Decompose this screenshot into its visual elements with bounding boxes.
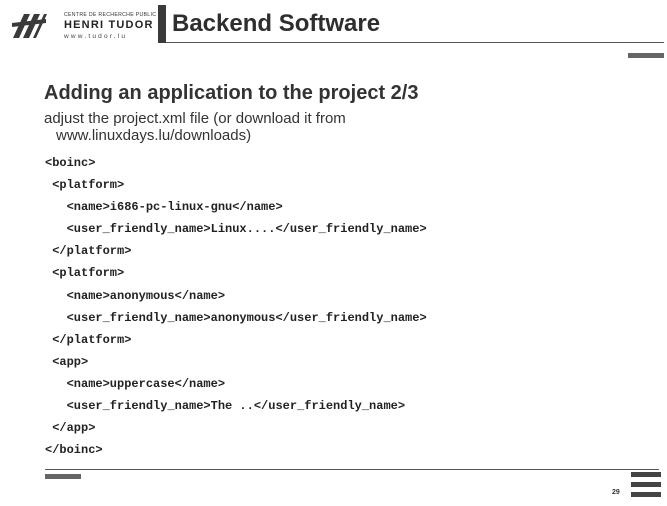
footer-accent-bar [45,474,81,479]
code-line: <platform> [45,178,125,193]
code-line: </platform> [45,332,132,347]
footer-stripe [631,472,661,477]
code-line: <name>uppercase</name> [45,376,226,391]
code-line: <user_friendly_name>The ..</user_friendl… [45,399,406,414]
logo-tagline: CENTRE DE RECHERCHE PUBLIC [64,12,157,18]
slide-subtitle: Adding an application to the project 2/3 [44,82,419,104]
code-line: <platform> [45,266,125,281]
footer-rule [45,469,659,470]
download-url-text: www.linuxdays.lu/downloads) [56,127,252,144]
code-line: <name>anonymous</name> [45,288,226,303]
code-line: </app> [45,421,96,436]
logo-url: www.tudor.lu [64,33,128,40]
code-line: <user_friendly_name>anonymous</user_frie… [45,310,427,325]
intro-line: adjust the project.xml file (or download… [44,110,346,127]
code-line: <app> [45,354,89,369]
code-line: <boinc> [45,156,96,170]
footer-stripe [631,492,661,497]
code-line: </platform> [45,244,132,259]
tudor-logo-icon [10,8,48,44]
footer-stripe [631,482,661,487]
slide-header-title: Backend Software [172,10,381,37]
page-number: 29 [612,489,620,496]
header-divider-bar [158,5,166,43]
header-accent-bar [628,53,664,58]
intro-text: adjust the project.xml file (or download… [44,110,346,144]
code-line: <user_friendly_name>Linux....</user_frie… [45,222,427,237]
logo-name: HENRI TUDOR [64,19,154,31]
header-rule [166,42,664,43]
xml-code-block: <boinc> <platform> <name>i686-pc-linux-g… [45,152,427,461]
code-line: <name>i686-pc-linux-gnu</name> [45,200,283,215]
code-line: </boinc> [45,443,103,458]
